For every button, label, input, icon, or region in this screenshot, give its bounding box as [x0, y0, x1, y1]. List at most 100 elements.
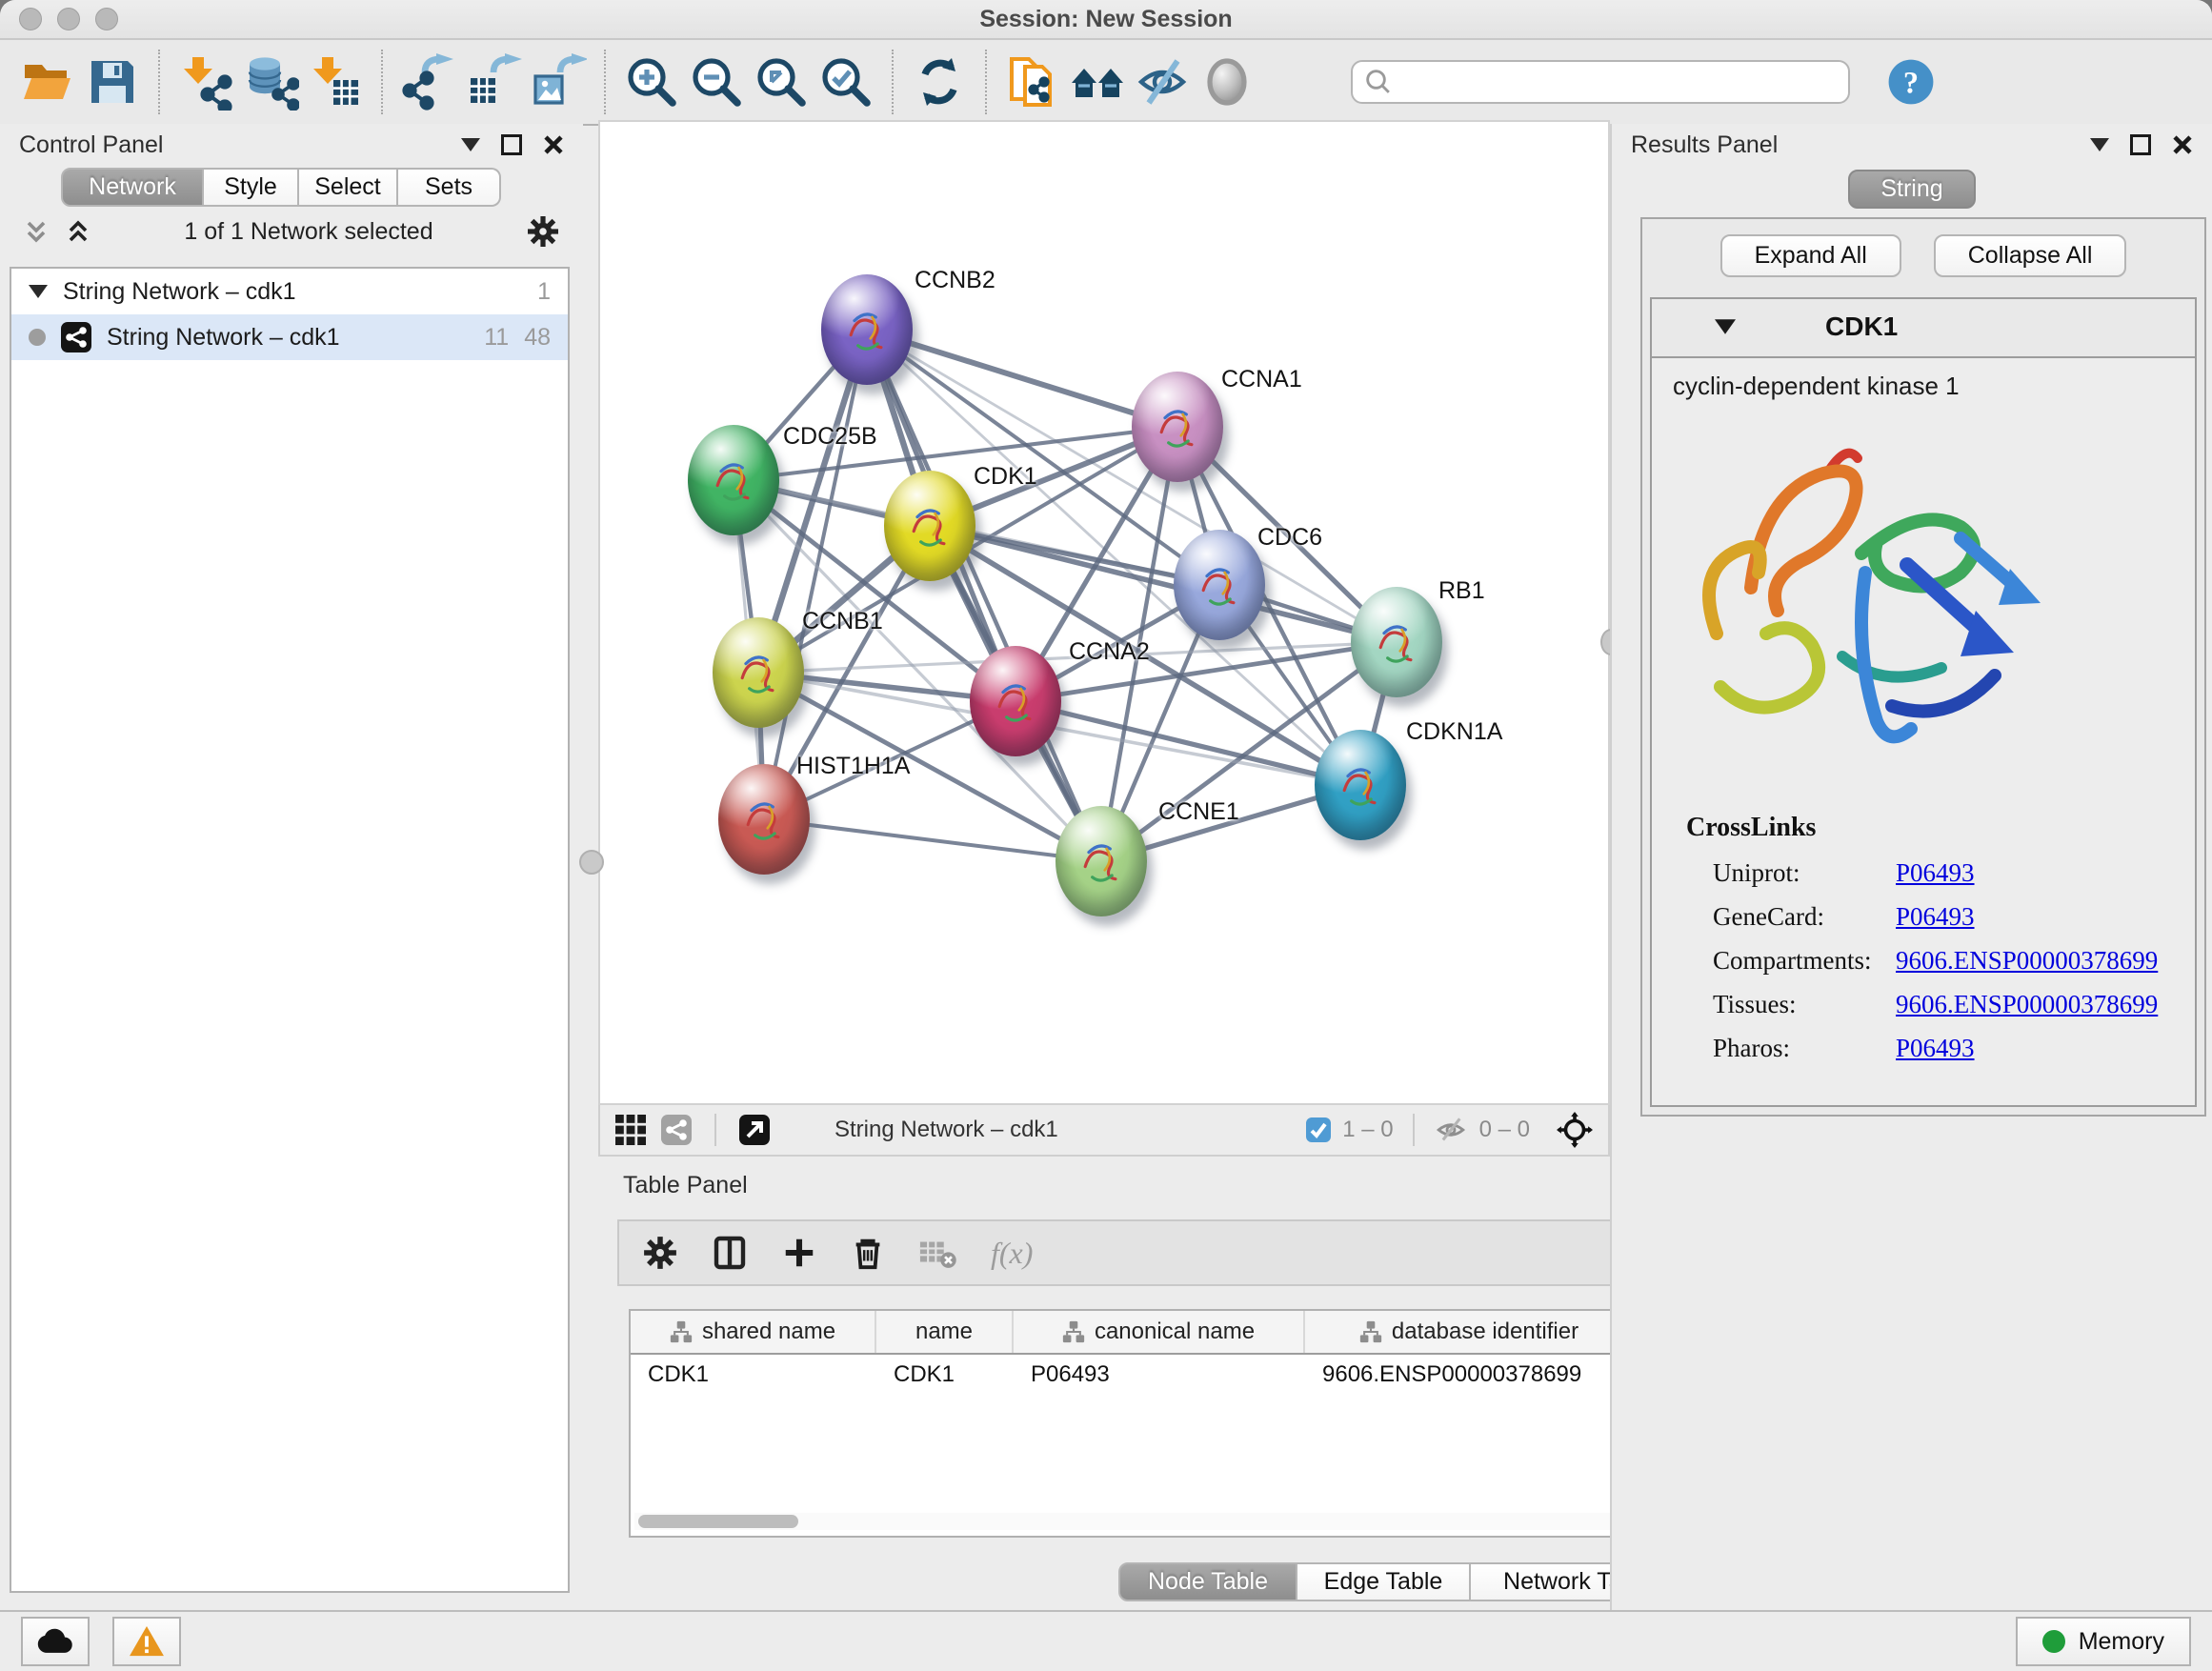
share-document-button[interactable]: [1000, 48, 1065, 116]
import-network-button[interactable]: [173, 48, 238, 116]
collapse-all-icon[interactable]: [23, 218, 50, 245]
panel-menu-icon[interactable]: [2090, 138, 2109, 151]
zoom-in-button[interactable]: [619, 48, 684, 116]
crosslink-compartments-link[interactable]: 9606.ENSP00000378699: [1896, 938, 2158, 982]
zoom-out-button[interactable]: [684, 48, 749, 116]
zoom-window-button[interactable]: [95, 8, 118, 30]
column-header-canonical-name[interactable]: canonical name: [1014, 1311, 1305, 1353]
network-share-icon: [61, 322, 91, 352]
network-node-RB1[interactable]: [1351, 587, 1442, 697]
search-box[interactable]: [1351, 60, 1850, 104]
table-options-gear-icon[interactable]: [642, 1235, 678, 1271]
apply-style-refresh-button[interactable]: [907, 48, 972, 116]
crosslink-uniprot-link[interactable]: P06493: [1896, 851, 1975, 895]
tab-network[interactable]: Network: [61, 168, 204, 207]
tab-string[interactable]: String: [1848, 170, 1975, 209]
tab-style[interactable]: Style: [204, 168, 299, 207]
close-window-button[interactable]: [19, 8, 42, 30]
crosslink-pharos-link[interactable]: P06493: [1896, 1026, 1975, 1070]
column-header-shared-name[interactable]: shared name: [631, 1311, 876, 1353]
current-network-name: String Network – cdk1: [835, 1117, 1058, 1143]
memory-button[interactable]: Memory: [2016, 1617, 2191, 1666]
network-node-CCNA1[interactable]: [1132, 372, 1223, 482]
vertical-splitter-grip[interactable]: [579, 850, 604, 875]
network-node-CCNE1[interactable]: [1056, 806, 1147, 916]
close-panel-icon[interactable]: [2172, 134, 2193, 155]
export-image-button[interactable]: [526, 48, 591, 116]
protein-structure-image[interactable]: [1679, 420, 2060, 782]
network-node-CDK1[interactable]: [884, 471, 975, 581]
show-columns-icon[interactable]: [711, 1234, 749, 1272]
import-table-icon: [307, 53, 364, 111]
birdseye-crosshair-icon[interactable]: [1557, 1112, 1593, 1148]
network-node-CDKN1A[interactable]: [1315, 730, 1406, 840]
network-node-CDC6[interactable]: [1174, 530, 1265, 640]
tab-sets[interactable]: Sets: [398, 168, 501, 207]
selected-checkbox-icon[interactable]: [1306, 1117, 1331, 1142]
tab-select[interactable]: Select: [299, 168, 398, 207]
save-session-button[interactable]: [80, 48, 145, 116]
network-canvas[interactable]: CCNB2 CCNA1 CDC25B CDK1: [598, 120, 1610, 1105]
delete-column-trash-icon[interactable]: [850, 1235, 886, 1271]
export-table-button[interactable]: [461, 48, 526, 116]
toolbar-separator: [604, 50, 606, 114]
network-collection-row[interactable]: String Network – cdk1 1: [11, 269, 568, 314]
protein-section-header[interactable]: CDK1: [1652, 299, 2195, 354]
node-label-CCNB2: CCNB2: [915, 267, 995, 294]
search-input[interactable]: [1400, 67, 1837, 97]
export-network-button[interactable]: [396, 48, 461, 116]
help-button[interactable]: ?: [1884, 55, 1938, 109]
homes-button[interactable]: [1065, 48, 1130, 116]
panel-menu-icon[interactable]: [461, 138, 480, 151]
node-label-HIST1H1A: HIST1H1A: [796, 753, 910, 780]
close-panel-icon[interactable]: [543, 134, 564, 155]
crosslink-row: GeneCard: P06493: [1713, 895, 2195, 938]
grid-view-icon[interactable]: [615, 1115, 646, 1145]
expand-all-button[interactable]: Expand All: [1720, 234, 1901, 277]
zoom-selected-button[interactable]: [814, 48, 878, 116]
network-row[interactable]: String Network – cdk1 11 48: [11, 314, 568, 360]
add-column-icon[interactable]: [781, 1235, 817, 1271]
network-node-CCNA2[interactable]: [970, 646, 1061, 756]
tab-edge-table[interactable]: Edge Table: [1297, 1562, 1471, 1601]
protein-ribbon-thumb-icon: [1334, 755, 1387, 815]
import-table-button[interactable]: [303, 48, 368, 116]
column-header-database-identifier[interactable]: database identifier: [1305, 1311, 1635, 1353]
minimize-window-button[interactable]: [57, 8, 80, 30]
float-panel-icon[interactable]: [2130, 134, 2151, 155]
float-panel-icon[interactable]: [501, 134, 522, 155]
network-node-CCNB2[interactable]: [821, 274, 913, 385]
crosslink-tissues-link[interactable]: 9606.ENSP00000378699: [1896, 982, 2158, 1026]
tab-node-table[interactable]: Node Table: [1118, 1562, 1297, 1601]
warnings-button[interactable]: [112, 1617, 181, 1666]
zoom-fit-button[interactable]: [749, 48, 814, 116]
network-options-gear-icon[interactable]: [526, 214, 560, 249]
network-view-share-icon[interactable]: [661, 1115, 692, 1145]
zoom-fit-icon: [753, 53, 810, 111]
export-table-icon: [465, 53, 522, 111]
toolbar-separator: [714, 1114, 716, 1146]
section-collapse-icon[interactable]: [1715, 319, 1736, 334]
network-node-CDC25B[interactable]: [688, 425, 779, 535]
detach-view-icon[interactable]: [739, 1115, 770, 1145]
crosslink-genecard-link[interactable]: P06493: [1896, 895, 1975, 938]
node-label-CCNB1: CCNB1: [802, 608, 883, 635]
inactive-eye-button[interactable]: [1195, 48, 1259, 116]
toolbar-separator: [985, 50, 987, 114]
import-network-from-database-button[interactable]: [238, 48, 303, 116]
control-panel-title: Control Panel: [19, 131, 461, 159]
tree-expand-icon[interactable]: [29, 285, 48, 298]
open-session-button[interactable]: [15, 48, 80, 116]
scrollbar-thumb[interactable]: [638, 1515, 798, 1528]
network-node-CCNB1[interactable]: [713, 617, 804, 728]
results-panel: Results Panel String Expand All Collapse…: [1610, 124, 2212, 1610]
collapse-all-button[interactable]: Collapse All: [1934, 234, 2127, 277]
network-node-HIST1H1A[interactable]: [718, 764, 810, 875]
hide-show-button[interactable]: [1130, 48, 1195, 116]
cell-name: CDK1: [876, 1361, 1014, 1388]
expand-all-icon[interactable]: [65, 218, 91, 245]
memory-status-dot-icon: [2042, 1630, 2065, 1653]
column-header-name[interactable]: name: [876, 1311, 1014, 1353]
node-label-RB1: RB1: [1438, 577, 1485, 605]
cloud-status-button[interactable]: [21, 1617, 90, 1666]
